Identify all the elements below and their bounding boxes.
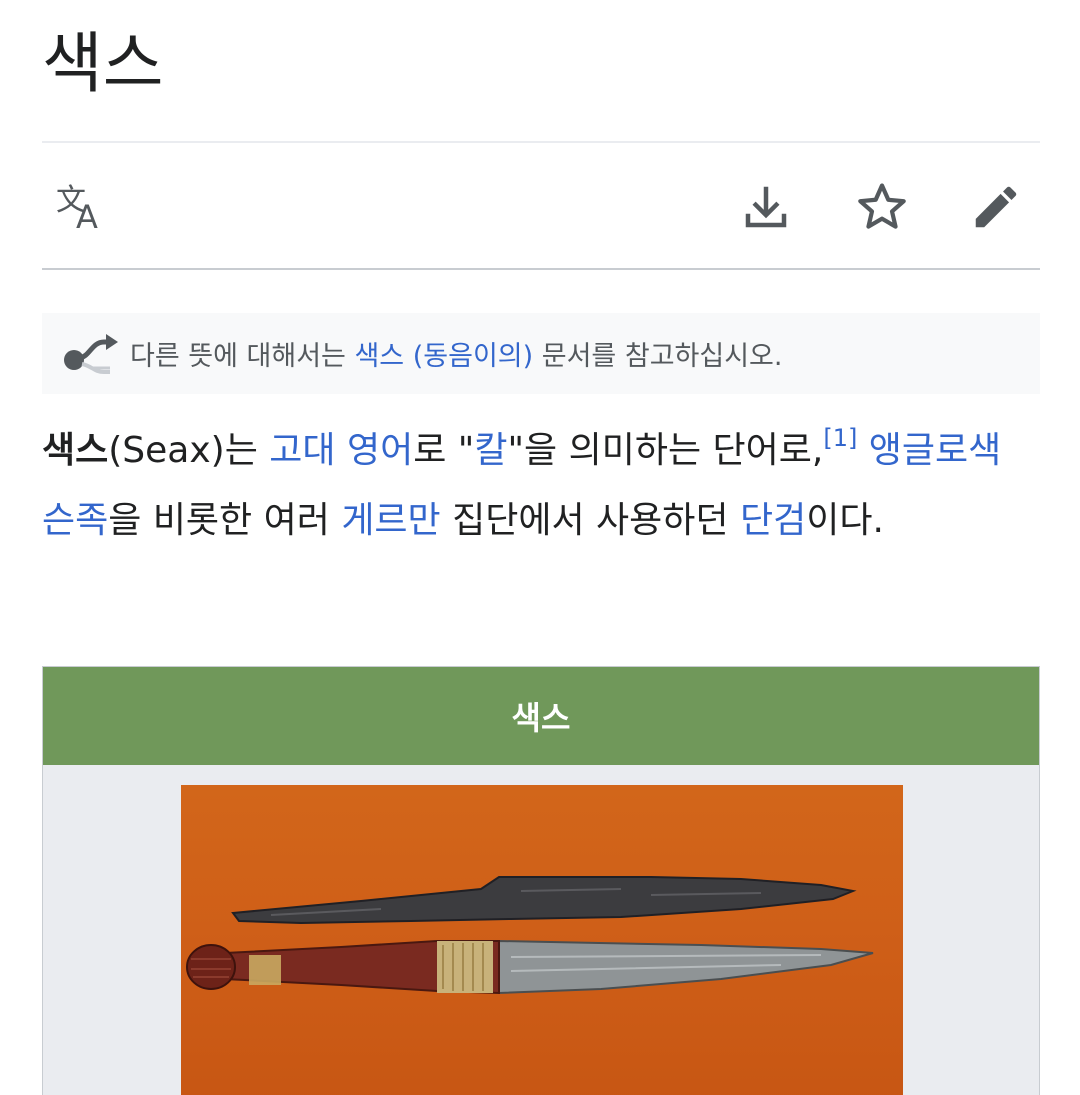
rusted-seax-blade [231,876,857,925]
edit-button[interactable] [966,177,1026,237]
hatnote-suffix: 문서를 참고하십시오. [533,341,783,372]
disambiguation-icon [64,333,118,374]
pencil-icon [975,186,1017,228]
link-old-english[interactable]: 고대 영어 [269,430,413,471]
lead-term-latin: (Seax)는 [108,430,270,471]
language-button[interactable]: 文 A [52,177,112,237]
lead-text-5: 이다. [806,500,884,541]
translate-icon: 文 A [56,183,98,232]
hatnote-disambiguation-link[interactable]: 색스 (동음이의) [354,341,533,372]
lead-space [857,430,868,471]
page-actions-bar: 文 A [42,143,1040,269]
lead-term: 색스 [42,430,109,471]
infobox-image[interactable] [181,785,903,1095]
page-title: 색스 [42,25,164,102]
link-dagger[interactable]: 단검 [740,500,806,541]
download-icon [745,186,787,228]
seax-pommel [186,944,236,990]
star-icon [858,183,906,229]
seax-photo [186,876,874,995]
lead-text-2: "을 의미하는 단어로, [507,430,824,471]
infobox: 색스 [42,666,1040,1095]
infobox-title: 색스 [43,667,1039,765]
lead-text-3: 을 비롯한 여러 [108,500,342,541]
download-button[interactable] [736,177,796,237]
reference-link-1[interactable]: [1] [823,424,857,452]
hatnote-prefix: 다른 뜻에 대해서는 [130,341,355,372]
link-germanic[interactable]: 게르만 [341,500,440,541]
actions-divider [42,268,1040,270]
lead-paragraph: 색스(Seax)는 고대 영어로 "칼"을 의미하는 단어로,[1] 앵글로색슨… [42,416,1020,556]
watch-star-button[interactable] [852,177,912,237]
link-knife[interactable]: 칼 [474,430,507,471]
lead-text-1: 로 " [413,430,475,471]
svg-text:A: A [76,198,98,232]
hatnote: 다른 뜻에 대해서는 색스 (동음이의) 문서를 참고하십시오. [42,313,1040,394]
hatnote-text: 다른 뜻에 대해서는 색스 (동음이의) 문서를 참고하십시오. [130,334,782,373]
lead-text-4: 집단에서 사용하던 [440,500,740,541]
